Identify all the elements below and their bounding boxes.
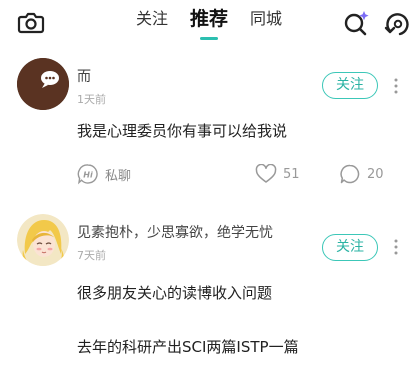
feed-post[interactable]: 而 1天前 关注 我是心理委员你有事可以给我说 Hi 私聊 51 20 [0, 58, 420, 198]
svg-text:Hi: Hi [83, 171, 93, 180]
post-content-line[interactable]: 去年的科研产出SCI两篇ISTP一篇 [77, 336, 299, 357]
chat-hi-icon: Hi [77, 164, 98, 185]
private-chat-label: 私聊 [105, 168, 132, 184]
comment-icon [340, 164, 360, 184]
more-vertical-icon [394, 78, 398, 94]
avatar[interactable] [17, 58, 69, 110]
search-sparkle-icon [344, 11, 369, 36]
comment-count: 20 [367, 166, 384, 182]
post-actions: Hi 私聊 51 20 [77, 162, 407, 186]
feed-post[interactable]: 见素抱朴，少思寡欲，绝学无忧 7天前 关注 很多朋友关心的读博收入问题 去年的科… [0, 214, 420, 366]
post-content[interactable]: 我是心理委员你有事可以给我说 [77, 120, 287, 141]
follow-button[interactable]: 关注 [322, 72, 378, 99]
username[interactable]: 而 [77, 66, 91, 86]
username[interactable]: 见素抱朴，少思寡欲，绝学无忧 [77, 222, 273, 242]
follow-button[interactable]: 关注 [322, 234, 378, 261]
avatar[interactable] [17, 214, 69, 266]
refresh-icon [384, 13, 409, 36]
more-options-button[interactable] [390, 237, 402, 257]
more-vertical-icon [394, 239, 398, 255]
tab-recommended[interactable]: 推荐 [190, 6, 228, 40]
hashtag-peek [86, 360, 120, 364]
comment-button[interactable]: 20 [339, 162, 384, 186]
post-content-line[interactable]: 很多朋友关心的读博收入问题 [77, 282, 272, 303]
search-button[interactable] [342, 8, 372, 38]
tab-following[interactable]: 关注 [136, 6, 168, 32]
top-bar: 关注 推荐 同城 [0, 0, 420, 44]
camera-button[interactable] [16, 7, 46, 37]
feed-tabs: 关注 推荐 同城 [136, 6, 304, 40]
heart-icon [255, 164, 277, 183]
post-time: 7天前 [77, 249, 106, 262]
post-time: 1天前 [77, 93, 106, 106]
private-chat-button[interactable]: Hi 私聊 [77, 162, 131, 186]
like-count: 51 [283, 166, 300, 182]
more-options-button[interactable] [390, 76, 402, 96]
refresh-button[interactable] [381, 8, 413, 40]
like-button[interactable]: 51 [255, 162, 300, 186]
camera-icon [17, 12, 45, 34]
tab-nearby[interactable]: 同城 [250, 6, 282, 32]
